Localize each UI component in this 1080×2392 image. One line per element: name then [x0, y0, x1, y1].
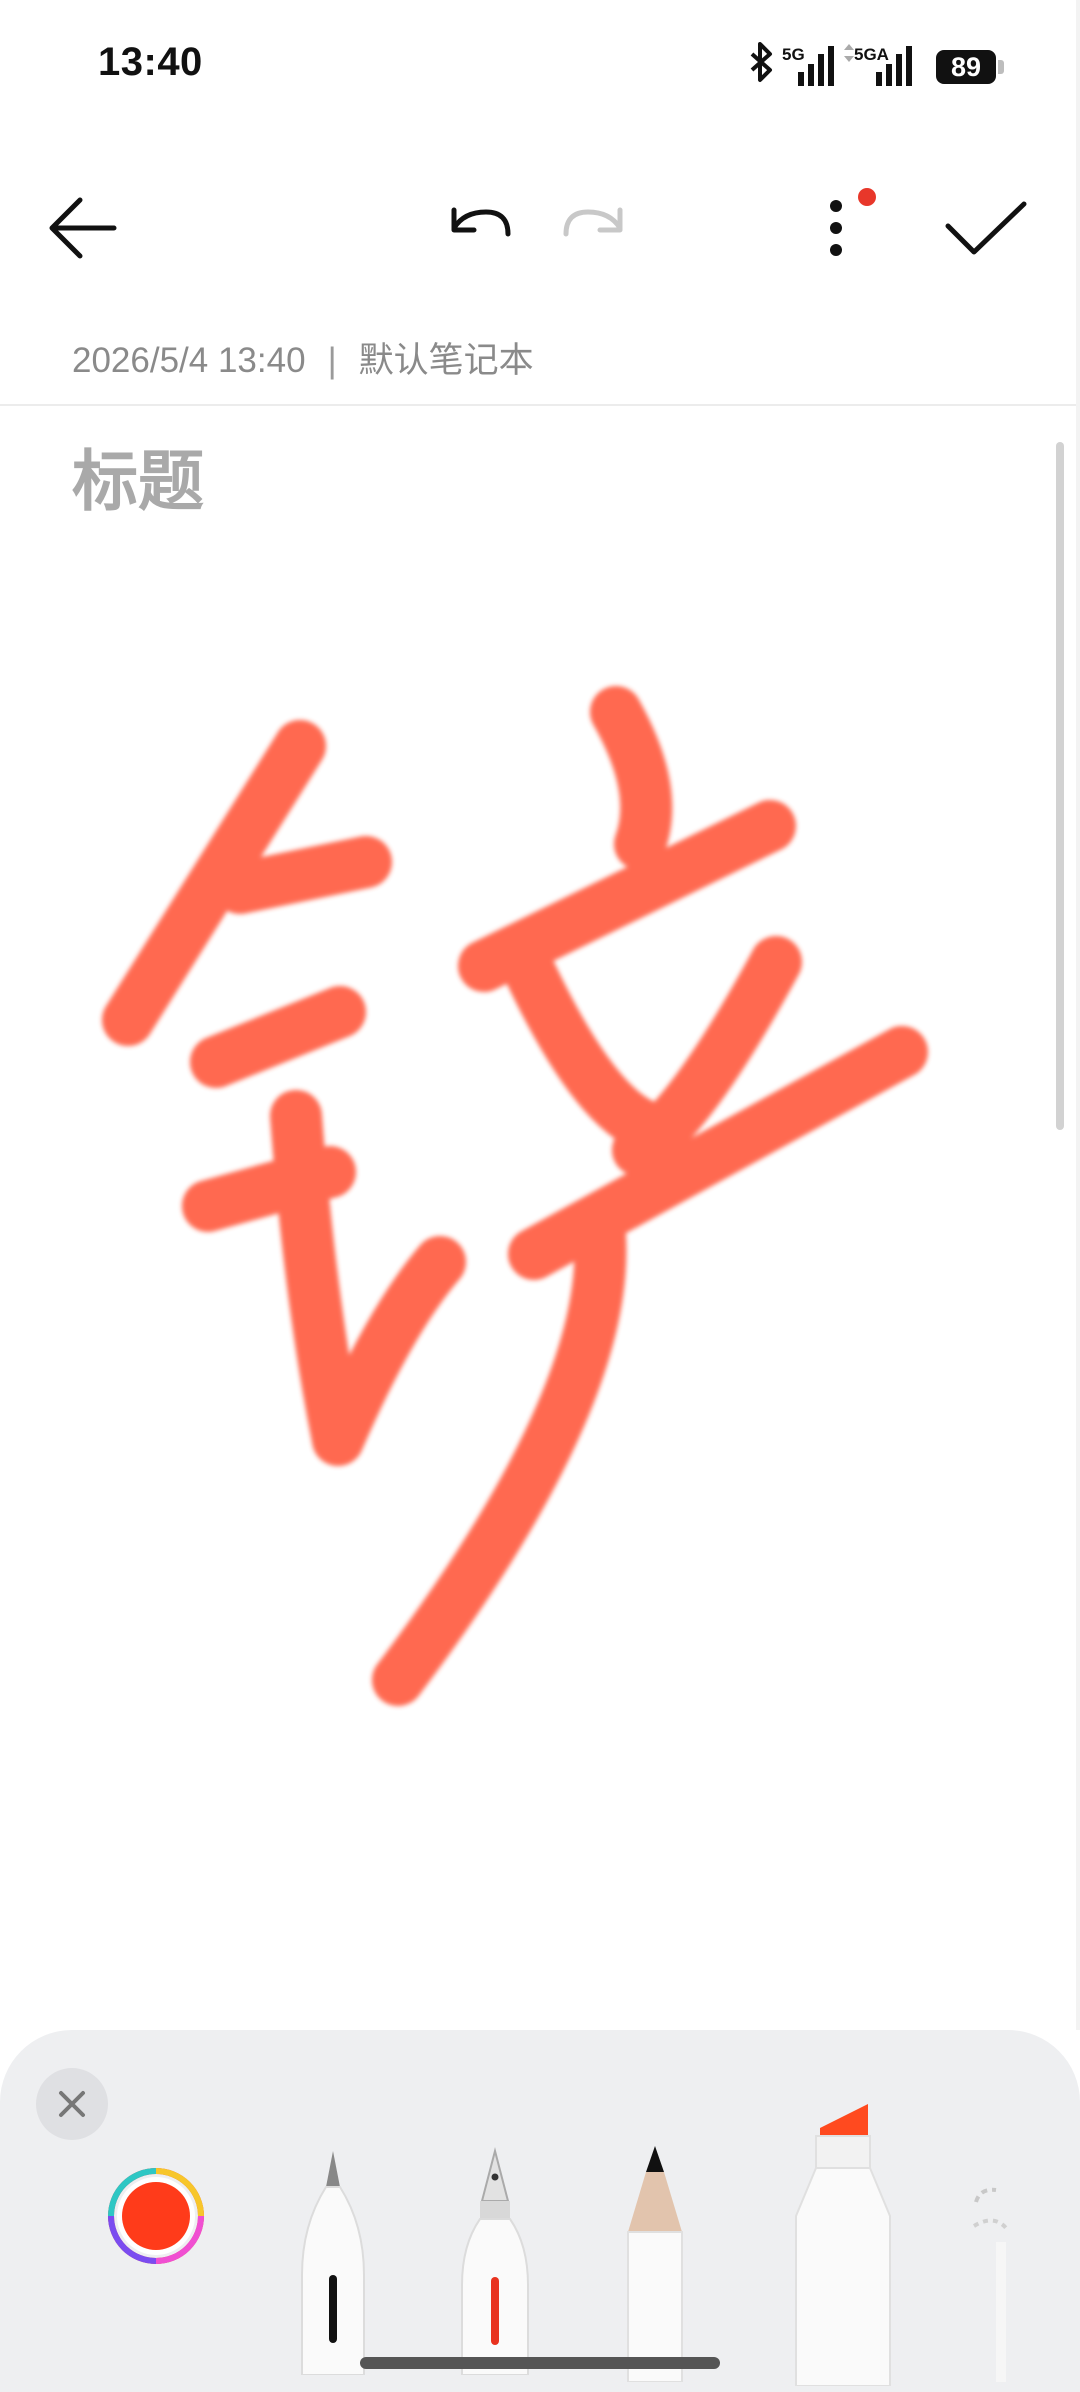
eraser-tool[interactable]	[966, 2182, 1026, 2382]
battery-tip	[998, 60, 1004, 74]
bluetooth-icon	[750, 42, 772, 82]
redo-button[interactable]	[534, 170, 644, 290]
eraser-icon	[972, 2187, 1008, 2382]
network-label-2: 5GA	[854, 45, 889, 64]
title-input[interactable]: 标题	[72, 428, 204, 524]
pen-tool-panel	[0, 2030, 1080, 2392]
handwriting-strokes	[102, 686, 928, 1706]
notebook-selector[interactable]: 默认笔记本	[359, 341, 534, 380]
fountain-pen-tool[interactable]	[456, 2145, 534, 2376]
handwriting-stroke	[214, 836, 392, 914]
signal-5ga-icon: 5GA	[844, 44, 912, 86]
note-meta: 2026/5/4 13:40 | 默认笔记本	[72, 332, 534, 383]
more-vertical-icon	[830, 200, 842, 256]
highlighter-tool[interactable]	[786, 2096, 900, 2387]
ballpoint-pen-icon	[301, 2151, 365, 2376]
color-picker-button[interactable]	[106, 2166, 206, 2266]
notification-dot	[858, 188, 876, 206]
note-datetime: 2026/5/4 13:40	[72, 341, 306, 380]
arrow-left-icon	[49, 197, 117, 259]
back-button[interactable]	[30, 170, 140, 290]
meta-separator: |	[327, 341, 337, 380]
redo-icon	[563, 207, 623, 237]
status-bar: 13:40 5G 5GA 89	[0, 0, 1080, 130]
color-wheel-icon	[108, 2168, 204, 2264]
pencil-tool[interactable]	[620, 2142, 690, 2383]
battery-icon: 89	[936, 50, 996, 84]
close-icon	[59, 2091, 85, 2117]
highlighter-icon	[795, 2104, 891, 2387]
handwriting-stroke	[190, 986, 366, 1088]
status-icons: 5G 5GA 89	[720, 40, 1080, 94]
note-editor-screen: 13:40 5G 5GA 89 2026/5/4 13:40 | 默认笔记本 标…	[0, 0, 1080, 2392]
status-time: 13:40	[98, 40, 203, 84]
confirm-button[interactable]	[930, 170, 1040, 290]
handwriting-stroke	[590, 686, 673, 870]
editor-toolbar	[0, 170, 1080, 290]
ballpoint-pen-tool[interactable]	[296, 2145, 370, 2376]
signal-5g-icon: 5G	[782, 45, 834, 86]
undo-icon	[451, 207, 511, 237]
fountain-pen-icon	[461, 2147, 529, 2376]
handwriting-stroke	[270, 1090, 466, 1466]
pencil-icon	[627, 2146, 683, 2383]
drawing-canvas[interactable]	[0, 520, 1080, 2020]
undo-button[interactable]	[424, 170, 534, 290]
network-label-1: 5G	[782, 45, 805, 64]
header-divider	[0, 404, 1080, 406]
home-indicator[interactable]	[360, 2357, 720, 2369]
handwriting-stroke	[504, 946, 684, 1156]
check-icon	[945, 201, 1027, 255]
close-panel-button[interactable]	[36, 2068, 108, 2140]
more-button[interactable]	[782, 170, 892, 290]
